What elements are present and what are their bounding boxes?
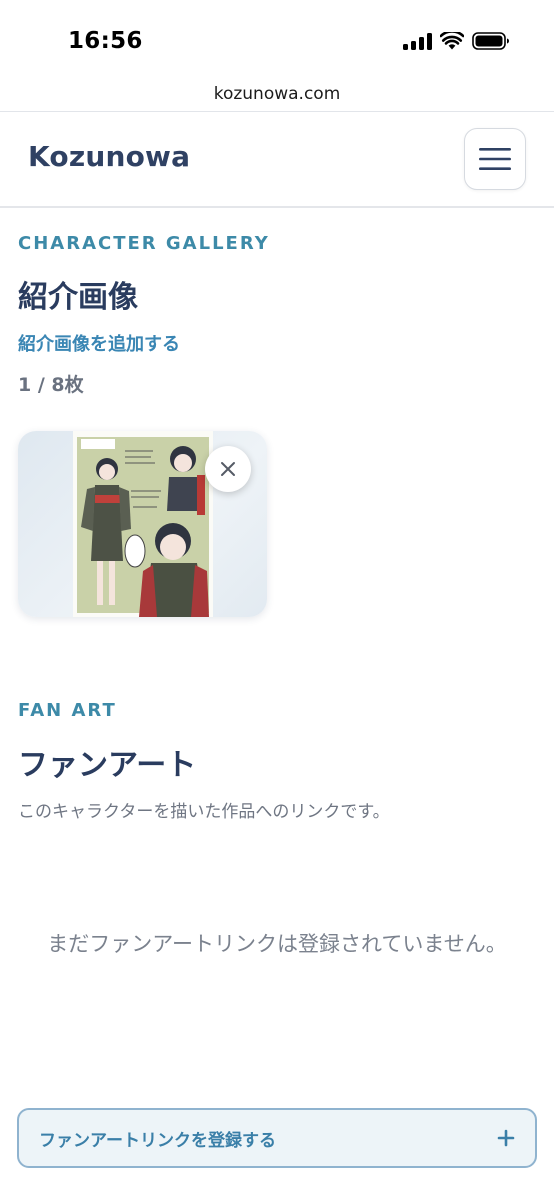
- fanart-title: ファンアート: [18, 748, 197, 783]
- remove-image-button[interactable]: [205, 446, 251, 492]
- status-bar: 16:56: [0, 0, 554, 80]
- gallery-eyebrow: CHARACTER GALLERY: [18, 233, 270, 254]
- menu-button[interactable]: [464, 128, 526, 190]
- image-count: 1 / 8枚: [18, 374, 84, 396]
- cellular-signal-icon: [403, 32, 432, 50]
- fanart-description: このキャラクターを描いた作品へのリンクです。: [18, 802, 390, 822]
- browser-address-bar[interactable]: kozunowa.com: [0, 76, 554, 112]
- register-fanart-link-button[interactable]: ファンアートリンクを登録する: [17, 1108, 537, 1168]
- plus-icon: [497, 1129, 515, 1147]
- site-header: Kozunowa: [0, 112, 554, 208]
- hamburger-menu-icon: [479, 148, 511, 170]
- close-icon: [221, 462, 235, 476]
- add-gallery-image-link[interactable]: 紹介画像を追加する: [18, 330, 180, 356]
- battery-icon: [472, 32, 509, 50]
- fanart-eyebrow: FAN ART: [18, 700, 117, 721]
- fanart-empty-message: まだファンアートリンクは登録されていません。: [47, 932, 507, 956]
- brand-logo-text[interactable]: Kozunowa: [28, 140, 190, 173]
- url-text: kozunowa.com: [213, 83, 341, 104]
- status-icons: [403, 30, 510, 52]
- wifi-icon: [440, 32, 464, 50]
- register-fanart-link-label: ファンアートリンクを登録する: [39, 1130, 276, 1151]
- character-sheet-image: [73, 431, 213, 617]
- gallery-title: 紹介画像: [18, 280, 138, 315]
- status-time: 16:56: [68, 28, 143, 54]
